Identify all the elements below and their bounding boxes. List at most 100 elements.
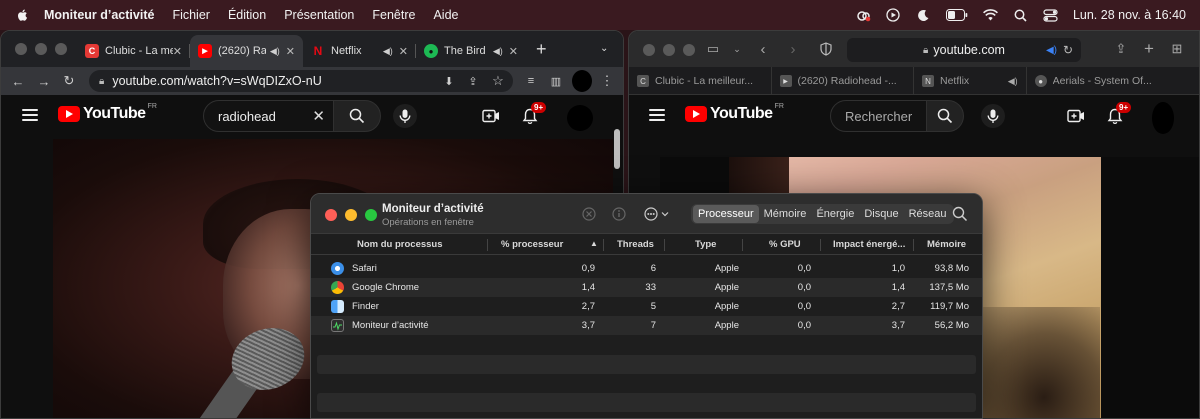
minimize-window-button[interactable] (663, 44, 675, 56)
forward-chevron-icon[interactable]: › (785, 41, 801, 58)
back-arrow-icon[interactable]: ← (10, 73, 26, 89)
safari-tab-youtube[interactable]: ▶ (2620) Radiohead -... (772, 67, 914, 95)
table-row[interactable]: Moniteur d’activité 3,7 7 Apple 0,0 3,7 … (311, 316, 982, 335)
menubar-clock[interactable]: Lun. 28 nov. à 16:40 (1073, 8, 1186, 22)
bookmark-star-icon[interactable]: ☆ (490, 73, 506, 89)
close-window-button[interactable] (325, 209, 337, 221)
safari-tab-spotify[interactable]: ● Aerials - System Of... (1027, 67, 1199, 95)
col-type[interactable]: Type (695, 239, 716, 250)
speaker-icon[interactable]: ◀) (383, 46, 393, 57)
creative-cloud-icon[interactable] (856, 8, 871, 23)
menu-fichier[interactable]: Fichier (172, 8, 210, 22)
create-video-icon[interactable] (1067, 107, 1085, 125)
chrome-tab-clubic[interactable]: C Clubic - La meilleure ✕ (77, 35, 190, 67)
tab-memoire[interactable]: Mémoire (759, 205, 812, 223)
voice-search-button[interactable] (981, 104, 1005, 128)
spotlight-search-icon[interactable] (1013, 8, 1028, 23)
col-cpu[interactable]: % processeur (501, 239, 563, 250)
safari-tab-clubic[interactable]: C Clubic - La meilleur... (629, 67, 772, 95)
youtube-logo[interactable]: YouTube FR (58, 103, 157, 123)
chrome-menu-icon[interactable]: ⋮ (599, 73, 615, 89)
reload-icon[interactable]: ↻ (1063, 43, 1073, 57)
tab-overview-icon[interactable]: ⊞ (1169, 41, 1185, 57)
new-tab-button[interactable]: + (536, 39, 547, 60)
youtube-logo[interactable]: YouTube FR (685, 103, 784, 123)
share-icon[interactable]: ⇪ (465, 73, 481, 89)
hamburger-menu-icon[interactable] (649, 109, 665, 121)
close-tab-icon[interactable]: ✕ (399, 45, 408, 58)
inspect-process-icon[interactable] (611, 206, 627, 222)
sidebar-toggle-icon[interactable]: ▭ (705, 41, 721, 57)
tab-processeur[interactable]: Processeur (693, 205, 759, 223)
gpu-value: 0,0 (797, 301, 811, 312)
zoom-window-button[interactable] (55, 43, 67, 55)
battery-icon[interactable] (945, 8, 968, 23)
menu-presentation[interactable]: Présentation (284, 8, 354, 22)
table-row[interactable]: Safari 0,9 6 Apple 0,0 1,0 93,8 Mo (311, 259, 982, 278)
speaker-icon[interactable]: ◀) (1008, 76, 1018, 87)
close-window-button[interactable] (643, 44, 655, 56)
menu-edition[interactable]: Édition (228, 8, 266, 22)
search-icon[interactable] (952, 206, 968, 222)
chrome-tab-spotify[interactable]: ● The Bird ◀) ✕ (416, 35, 526, 67)
stop-process-icon[interactable] (581, 206, 597, 222)
safari-tab-netflix[interactable]: N Netflix ◀) (914, 67, 1027, 95)
youtube-search-input[interactable]: radiohead ✕ (203, 100, 334, 132)
forward-arrow-icon[interactable]: → (36, 73, 52, 89)
do-not-disturb-icon[interactable] (916, 8, 931, 23)
close-tab-icon[interactable]: ✕ (173, 45, 182, 58)
side-panel-icon[interactable]: ▥ (548, 73, 564, 89)
create-video-icon[interactable] (482, 107, 500, 125)
apple-menu-icon[interactable] (16, 8, 30, 22)
tab-disque[interactable]: Disque (859, 205, 903, 223)
account-avatar[interactable] (567, 105, 593, 131)
minimize-window-button[interactable] (35, 43, 47, 55)
youtube-search-button[interactable] (333, 100, 381, 132)
back-chevron-icon[interactable]: ‹ (755, 41, 771, 58)
profile-avatar[interactable] (572, 70, 592, 92)
page-scrollbar[interactable] (614, 129, 620, 169)
speaker-icon[interactable]: ◀) (1046, 45, 1057, 56)
menu-app-name[interactable]: Moniteur d’activité (44, 8, 154, 22)
table-row[interactable]: Google Chrome 1,4 33 Apple 0,0 1,4 137,5… (311, 278, 982, 297)
tab-search-chevron-icon[interactable]: ⌄ (600, 43, 608, 54)
col-process-name[interactable]: Nom du processus (357, 239, 443, 250)
col-energy[interactable]: Impact énergé... (833, 239, 905, 250)
tab-reseau[interactable]: Réseau (904, 205, 952, 223)
zoom-window-button[interactable] (365, 209, 377, 221)
new-tab-button[interactable]: + (1141, 39, 1157, 58)
col-gpu[interactable]: % GPU (769, 239, 801, 250)
account-avatar[interactable] (1152, 102, 1174, 134)
control-center-icon[interactable] (1043, 8, 1058, 23)
wifi-icon[interactable] (982, 8, 998, 23)
zoom-window-button[interactable] (683, 44, 695, 56)
col-threads[interactable]: Threads (617, 239, 654, 250)
menu-fenetre[interactable]: Fenêtre (372, 8, 415, 22)
menu-aide[interactable]: Aide (433, 8, 458, 22)
speaker-icon[interactable]: ◀) (270, 46, 280, 57)
clear-search-icon[interactable]: ✕ (312, 107, 325, 125)
youtube-search-input[interactable]: Rechercher (830, 100, 927, 132)
hamburger-menu-icon[interactable] (22, 109, 38, 121)
close-tab-icon[interactable]: ✕ (286, 45, 295, 58)
youtube-search-button[interactable] (926, 100, 964, 132)
chrome-tab-youtube[interactable]: ▶ (2620) Radiohead ◀) ✕ (190, 35, 303, 67)
close-tab-icon[interactable]: ✕ (509, 45, 518, 58)
safari-address-bar[interactable]: 🔒︎ youtube.com ◀) ↻ (847, 38, 1081, 62)
speaker-icon[interactable]: ◀) (493, 46, 503, 57)
sidebar-chevron-icon[interactable]: ⌄ (729, 41, 745, 57)
table-row[interactable]: Finder 2,7 5 Apple 0,0 2,7 119,7 Mo (311, 297, 982, 316)
chrome-tab-netflix[interactable]: N Netflix ◀) ✕ (303, 35, 416, 67)
privacy-shield-icon[interactable] (818, 41, 834, 57)
install-app-icon[interactable]: ⬇ (441, 73, 457, 89)
close-window-button[interactable] (15, 43, 27, 55)
media-controls-icon[interactable]: ≡ (523, 73, 539, 89)
voice-search-button[interactable] (393, 104, 417, 128)
play-status-icon[interactable] (886, 8, 901, 23)
share-icon[interactable]: ⇪ (1113, 41, 1129, 57)
col-memory[interactable]: Mémoire (927, 239, 966, 250)
tab-energie[interactable]: Énergie (811, 205, 859, 223)
reload-icon[interactable]: ↻ (61, 73, 77, 89)
more-actions-icon[interactable] (643, 206, 671, 222)
minimize-window-button[interactable] (345, 209, 357, 221)
